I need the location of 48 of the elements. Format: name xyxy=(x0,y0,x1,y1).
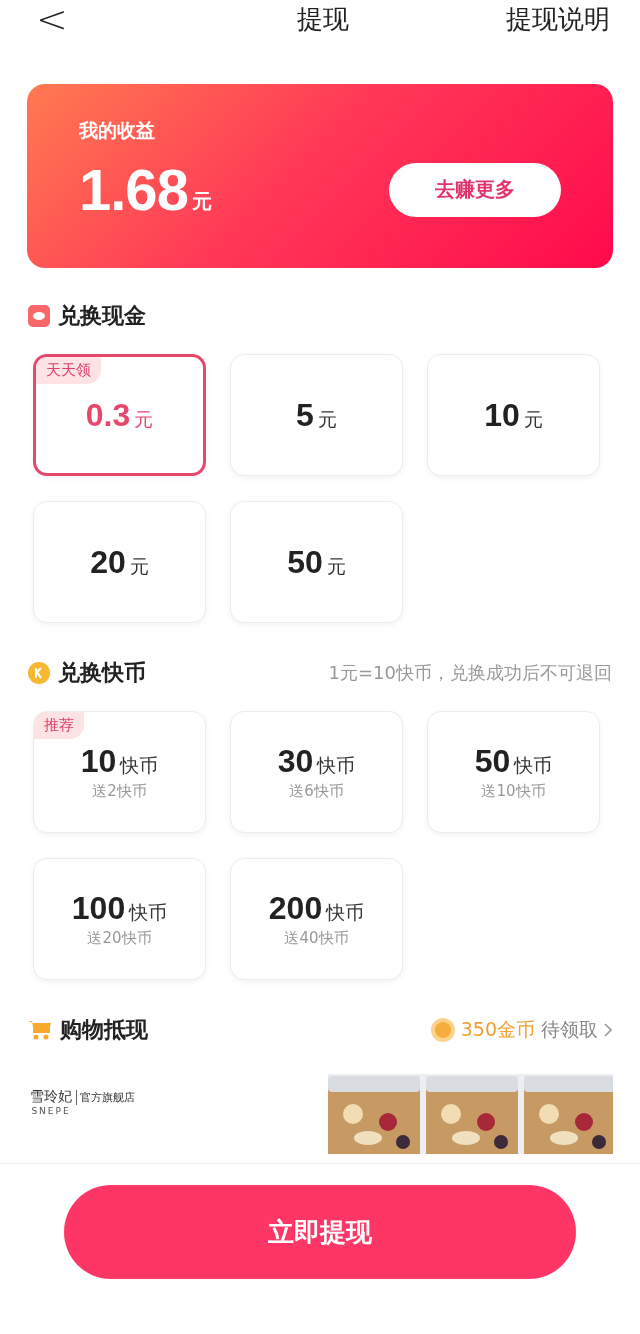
amount-value: 50 元 xyxy=(287,543,346,581)
withdraw-button[interactable]: 立即提现 xyxy=(64,1185,576,1279)
envelope-icon xyxy=(28,305,50,327)
chevron-icon xyxy=(604,1023,612,1037)
amount-option[interactable]: 5 元 xyxy=(230,354,403,476)
earnings-label: 我的收益 xyxy=(79,118,156,143)
amount-option[interactable]: 20 元 xyxy=(33,501,206,623)
bonus-text: 送40快币 xyxy=(284,929,349,948)
earn-more-button[interactable]: 去赚更多 xyxy=(389,162,561,217)
amount-value: 10 元 xyxy=(484,396,543,434)
currency-unit: 元 xyxy=(191,188,212,215)
bonus-text: 送2快币 xyxy=(92,782,147,801)
coin-reward: 350金币 xyxy=(460,1017,535,1042)
amount-value: 30 快币 xyxy=(277,743,356,780)
help-link[interactable]: 提现说明 xyxy=(506,1,610,37)
amount-option[interactable]: 50 元 xyxy=(230,501,403,623)
section-title: 购物抵现 xyxy=(60,1016,148,1044)
amount-option[interactable]: 200 快币 送40快币 xyxy=(230,858,403,980)
brand-logo: 雪玲妃 xyxy=(30,1088,72,1106)
bonus-text: 送6快币 xyxy=(289,782,344,801)
reward-status[interactable]: 待领取 xyxy=(541,1017,598,1043)
coin-icon xyxy=(28,662,50,684)
section-title: 兑换快币 xyxy=(58,659,146,687)
tag-label: 推荐 xyxy=(34,712,84,739)
amount-value: 10 快币 xyxy=(80,743,159,780)
amount-option[interactable]: 10 元 xyxy=(427,354,600,476)
amount-value: 0.3 元 xyxy=(85,396,154,434)
amount-value: 50 快币 xyxy=(474,743,553,780)
amount-option[interactable]: 100 快币 送20快币 xyxy=(33,858,206,980)
cart-icon xyxy=(28,1019,52,1041)
amount-value: 100 快币 xyxy=(71,890,168,927)
earnings-amount: 1.68 xyxy=(79,156,188,223)
bonus-text: 送20快币 xyxy=(87,929,152,948)
amount-value: 20 元 xyxy=(90,543,149,581)
amount-option[interactable]: 推荐 10 快币 送2快币 xyxy=(33,711,206,833)
brand-subtitle: SNEPE xyxy=(31,1106,71,1116)
amount-option[interactable]: 30 快币 送6快币 xyxy=(230,711,403,833)
amount-value: 200 快币 xyxy=(268,890,365,927)
page-title: 提现 xyxy=(297,2,349,36)
amount-option[interactable]: 50 快币 送10快币 xyxy=(427,711,600,833)
store-label: 官方旗舰店 xyxy=(76,1090,135,1105)
coin-icon xyxy=(430,1018,455,1042)
amount-option[interactable]: 天天领 0.3 元 xyxy=(33,354,206,476)
tag-label: 天天领 xyxy=(36,357,101,384)
amount-value: 5 元 xyxy=(296,396,337,434)
exchange-note: 1元=10快币，兑换成功后不可退回 xyxy=(328,661,612,685)
bonus-text: 送10快币 xyxy=(481,782,546,801)
section-title: 兑换现金 xyxy=(58,302,146,330)
